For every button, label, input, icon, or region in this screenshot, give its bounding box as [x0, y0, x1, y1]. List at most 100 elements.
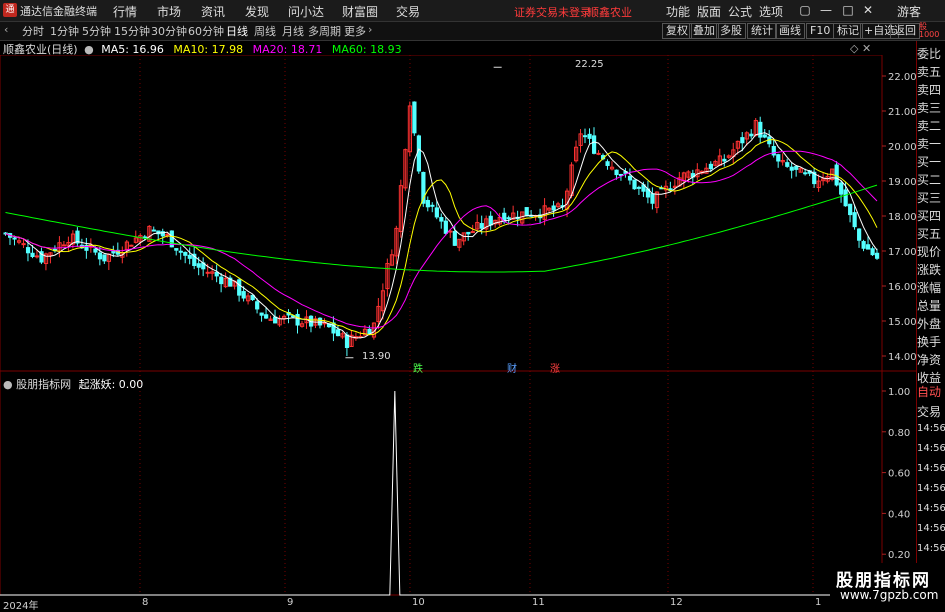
candle-body	[605, 161, 610, 166]
collapse-icon[interactable]: ◇ ✕	[850, 42, 871, 55]
candle-body	[439, 217, 444, 222]
candle-body	[852, 212, 857, 228]
price-tick: 18.00	[888, 212, 917, 223]
indicator-settings-icon[interactable]: ●	[3, 378, 13, 391]
period-1min[interactable]: 1分钟	[50, 23, 79, 39]
tongji-button[interactable]: 统计	[747, 23, 777, 39]
user-label[interactable]: 游客	[897, 3, 921, 20]
candles	[3, 66, 880, 359]
side-field: 买五	[917, 227, 942, 241]
candle-body	[416, 135, 421, 172]
candle-body	[214, 271, 219, 277]
candle-body	[627, 175, 633, 181]
period-fenshi[interactable]: 分时	[22, 23, 44, 39]
high-marker: 22.25	[575, 59, 604, 70]
menu-hangqing[interactable]: 行情	[113, 3, 137, 20]
candle-body	[434, 207, 439, 218]
side-trade-label[interactable]: 交易	[917, 403, 945, 420]
candle-body	[241, 291, 246, 299]
app-logo-icon: 通	[3, 3, 17, 17]
side-field: 卖一	[917, 137, 942, 151]
candle-body	[861, 241, 866, 249]
stock-name-notice: 顺鑫农业	[588, 6, 632, 19]
nav-left-icon[interactable]: ‹	[4, 23, 8, 36]
price-axis: 22.00 21.00 20.00 19.00 18.00 17.00 16.00 15.00…	[882, 72, 917, 363]
candle-body	[443, 220, 448, 234]
close-icon[interactable]: ✕	[860, 2, 876, 18]
indicator-value: 起涨妖: 0.00	[78, 378, 144, 391]
candle-body	[551, 205, 556, 211]
side-field: 卖五	[917, 65, 942, 79]
candle-body	[183, 251, 188, 256]
more-arrow-icon[interactable]: ›	[368, 23, 372, 36]
candle-body	[749, 133, 754, 137]
candle-body	[785, 162, 790, 167]
candle-body	[255, 301, 260, 310]
login-notice[interactable]: 证券交易未登录	[514, 4, 591, 20]
back-button[interactable]: 返回	[890, 23, 920, 39]
candle-body	[722, 158, 727, 162]
candle-body	[34, 255, 40, 258]
side-field: 卖四	[917, 83, 942, 97]
menu-jiaoyi[interactable]: 交易	[396, 3, 420, 20]
candle-body	[344, 334, 350, 349]
candle-body	[583, 135, 588, 138]
period-15min[interactable]: 15分钟	[114, 23, 150, 39]
candle-body	[219, 276, 224, 285]
fuquan-button[interactable]: 复权	[662, 23, 692, 39]
period-month[interactable]: 月线	[282, 23, 304, 39]
date-label: 10	[412, 597, 425, 608]
candle-body	[452, 230, 457, 246]
small-info-icon: 股 1000	[919, 22, 940, 39]
indicator-tick: 0.40	[888, 509, 910, 520]
menu-caifuquan[interactable]: 财富圈	[342, 3, 378, 20]
menu-faxian[interactable]: 发现	[245, 3, 269, 20]
side-field: 买二	[917, 173, 942, 187]
f10-button[interactable]: F10	[806, 23, 835, 39]
period-more[interactable]: 更多	[344, 23, 366, 39]
duogu-button[interactable]: 多股	[716, 23, 746, 39]
candle-body	[129, 244, 134, 247]
menu-gongshi[interactable]: 公式	[728, 3, 752, 20]
period-60min[interactable]: 60分钟	[188, 23, 224, 39]
period-multi[interactable]: 多周期	[308, 23, 341, 39]
biaoji-button[interactable]: 标记	[833, 23, 863, 39]
price-tick: 14.00	[888, 352, 917, 363]
menu-banmian[interactable]: 版面	[697, 3, 721, 20]
candle-body	[803, 172, 808, 175]
candle-body	[425, 199, 430, 208]
side-time: 14:56	[917, 523, 945, 534]
period-5min[interactable]: 5分钟	[82, 23, 111, 39]
candle-body	[430, 204, 435, 207]
skin-icon[interactable]: ▢	[797, 2, 813, 18]
menu-wenxiaoda[interactable]: 问小达	[288, 3, 324, 20]
kline-chart[interactable]: 22.00 21.00 20.00 19.00 18.00 17.00 16.00 15.00…	[0, 55, 917, 597]
side-field: 外盘	[917, 317, 942, 331]
tag-cai: 财	[507, 364, 517, 375]
diejia-button[interactable]: 叠加	[689, 23, 719, 39]
watermark-url: www.7gpzb.com	[840, 588, 939, 602]
candle-body	[740, 137, 745, 144]
indicator-tick: 0.20	[888, 550, 910, 561]
date-label: 2024年	[3, 601, 39, 612]
candle-body	[762, 134, 767, 138]
price-tick: 15.00	[888, 317, 917, 328]
period-day[interactable]: 日线	[226, 23, 248, 39]
candle-body	[187, 254, 192, 259]
minimize-icon[interactable]: —	[818, 2, 834, 18]
huaxian-button[interactable]: 画线	[775, 23, 805, 39]
menu-zixun[interactable]: 资讯	[201, 3, 225, 20]
menu-gongneng[interactable]: 功能	[666, 3, 690, 20]
chart-grid	[0, 55, 917, 596]
maximize-icon[interactable]: □	[840, 2, 856, 18]
menu-xuanxiang[interactable]: 选项	[759, 3, 783, 20]
candle-body	[93, 248, 98, 253]
indicator-panel: 1.00 0.80 0.60 0.40 0.20	[0, 387, 910, 596]
period-30min[interactable]: 30分钟	[151, 23, 187, 39]
period-week[interactable]: 周线	[254, 23, 276, 39]
candle-body	[636, 186, 642, 189]
menu-shichang[interactable]: 市场	[157, 3, 181, 20]
candle-body	[466, 231, 471, 235]
side-time: 14:56	[917, 463, 945, 474]
side-trade-label[interactable]: 自动	[917, 383, 945, 400]
